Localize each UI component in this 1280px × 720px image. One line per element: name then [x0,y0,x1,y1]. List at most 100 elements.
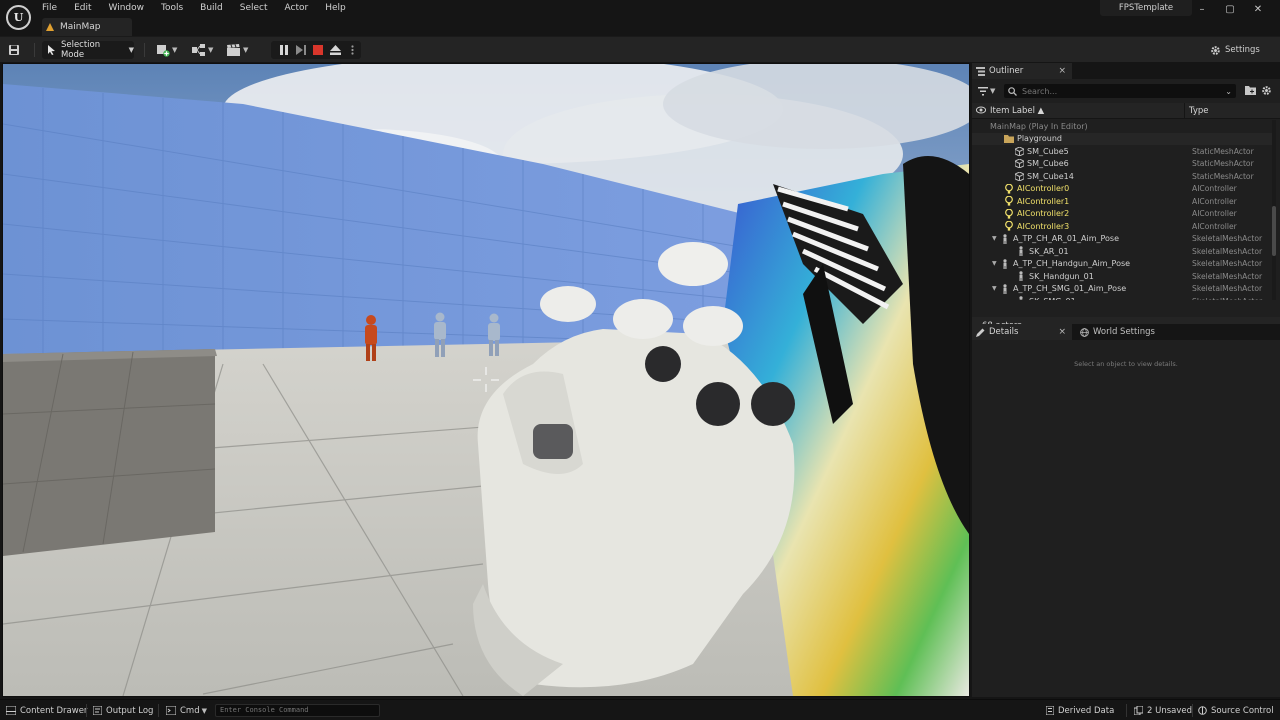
outliner-settings-button[interactable] [1261,85,1273,97]
derived-data-button[interactable]: Derived Data [1046,700,1114,720]
outliner-row-type: SkeletalMeshActor [1192,271,1263,281]
unreal-logo-icon[interactable]: U [6,5,31,30]
tab-details[interactable]: Details × [972,324,1072,340]
column-divider[interactable] [1184,103,1185,119]
pause-icon [279,45,288,55]
expand-arrow-icon[interactable]: ▼ [992,260,1000,267]
cmd-label: Cmd [180,705,200,716]
close-window-button[interactable]: ✕ [1244,4,1272,16]
cmd-dropdown[interactable]: Cmd ▼ [166,700,207,720]
menu-actor[interactable]: Actor [285,2,309,14]
outliner-row[interactable]: ▼ A_TP_CH_Handgun_Aim_Pose SkeletalMeshAct… [972,258,1272,271]
level-icon [46,23,54,31]
main-toolbar: Selection Mode ▼ ▼ ▼ ▼ Settings [0,36,1280,62]
static-mesh-icon [1014,146,1024,156]
advance-frame-button[interactable] [292,43,309,57]
level-viewport[interactable] [2,63,970,697]
globe-icon [1080,327,1089,337]
details-panel: Select an object to view details. [972,340,1280,697]
outliner-row[interactable]: AIController1 AIController [972,195,1272,208]
ai-controller-icon [1004,196,1014,206]
step-forward-icon [295,45,306,55]
close-details-icon[interactable]: × [1058,327,1066,337]
column-type[interactable]: Type [1189,106,1209,116]
scrollbar-thumb[interactable] [1272,206,1276,256]
outliner-row[interactable]: SM_Cube14 StaticMeshActor [972,170,1272,183]
outliner-row[interactable]: SM_Cube5 StaticMeshActor [972,145,1272,158]
outliner-row[interactable]: SK_AR_01 SkeletalMeshActor [972,245,1272,258]
console-command-box[interactable] [215,704,380,717]
outliner-row[interactable]: ▼ A_TP_CH_AR_01_Aim_Pose SkeletalMeshActor [972,233,1272,246]
tab-outliner[interactable]: Outliner × [972,63,1072,79]
outliner-row-type: AIController [1192,221,1237,231]
outliner-search-box[interactable]: ⌄ [1004,84,1236,98]
filter-button[interactable]: ▼ [978,85,1000,97]
outliner-row-type: StaticMeshActor [1192,159,1254,169]
ai-controller-icon [1004,208,1014,219]
folder-icon [1004,134,1014,144]
search-icon [1008,86,1017,96]
outliner-row[interactable]: AIController2 AIController [972,208,1272,221]
content-drawer-icon [6,706,16,715]
pencil-icon [976,328,985,337]
play-options-button[interactable] [344,43,361,57]
unsaved-label: 2 Unsaved [1147,705,1193,716]
content-drawer-button[interactable]: Content Drawer [6,700,87,720]
project-name: FPSTemplate [1100,0,1192,16]
outliner-icon [976,66,985,76]
outliner-row[interactable]: SM_Cube6 StaticMeshActor [972,158,1272,171]
static-mesh-icon [1014,171,1024,181]
menu-build[interactable]: Build [200,2,223,14]
tab-world-settings[interactable]: World Settings [1076,324,1186,340]
skeletal-mesh-icon [1000,233,1010,244]
outliner-row-type: SkeletalMeshActor [1192,284,1263,294]
outliner-row[interactable]: SK_Handgun_01 SkeletalMeshActor [972,270,1272,283]
save-button[interactable] [8,41,24,59]
status-divider [1192,704,1193,717]
outliner-row[interactable]: MainMap (Play In Editor) [972,120,1272,133]
outliner-row[interactable]: ▼ A_TP_CH_SMG_01_Aim_Pose SkeletalMeshActo… [972,283,1272,296]
add-actor-button[interactable]: ▼ [156,41,182,59]
output-log-button[interactable]: Output Log [93,700,153,720]
outliner-search-row: ▼ ⌄ [972,79,1280,103]
outliner-row[interactable]: AIController0 AIController [972,183,1272,196]
outliner-scrollbar[interactable] [1272,120,1276,300]
outliner-row[interactable]: SK_SMG_01 SkeletalMeshActor [972,295,1272,300]
selection-mode-dropdown[interactable]: Selection Mode ▼ [42,40,134,60]
terminal-icon [166,706,176,715]
outliner-row[interactable]: AIController3 AIController [972,220,1272,233]
menu-file[interactable]: File [42,2,57,14]
menu-edit[interactable]: Edit [74,2,91,14]
column-item-label[interactable]: Item Label ▲ [990,106,1044,116]
minimize-button[interactable]: – [1188,4,1216,16]
pause-button[interactable] [275,43,292,57]
level-tab-label: MainMap [60,22,101,32]
expand-arrow-icon[interactable]: ▼ [992,285,1000,292]
settings-button[interactable]: Settings [1210,41,1270,59]
visibility-eye-icon[interactable] [976,106,986,114]
expand-arrow-icon[interactable]: ▼ [992,235,1000,242]
level-tab[interactable]: MainMap [42,18,132,36]
unsaved-button[interactable]: 2 Unsaved [1134,700,1192,720]
stop-button[interactable] [309,43,326,57]
more-options-icon [351,45,354,55]
source-control-button[interactable]: Source Control [1198,700,1274,720]
console-command-input[interactable] [216,705,374,716]
search-input[interactable] [1022,86,1222,96]
chevron-down-icon: ▼ [201,706,208,715]
eject-button[interactable] [327,43,344,57]
new-folder-button[interactable] [1245,85,1257,97]
outliner-row-type: AIController [1192,209,1237,219]
cinematics-button[interactable]: ▼ [227,41,253,59]
maximize-button[interactable]: ▢ [1216,4,1244,16]
menu-select[interactable]: Select [240,2,268,14]
menu-window[interactable]: Window [109,2,145,14]
outliner-row-name: AIController0 [1017,184,1070,194]
blueprints-button[interactable]: ▼ [192,41,218,59]
outliner-folder-row[interactable]: Playground [972,132,1272,145]
skeletal-mesh-icon [1016,271,1026,282]
chevron-down-icon: ⌄ [1225,86,1232,96]
close-outliner-icon[interactable]: × [1058,66,1066,76]
menu-tools[interactable]: Tools [161,2,183,14]
menu-help[interactable]: Help [325,2,346,14]
